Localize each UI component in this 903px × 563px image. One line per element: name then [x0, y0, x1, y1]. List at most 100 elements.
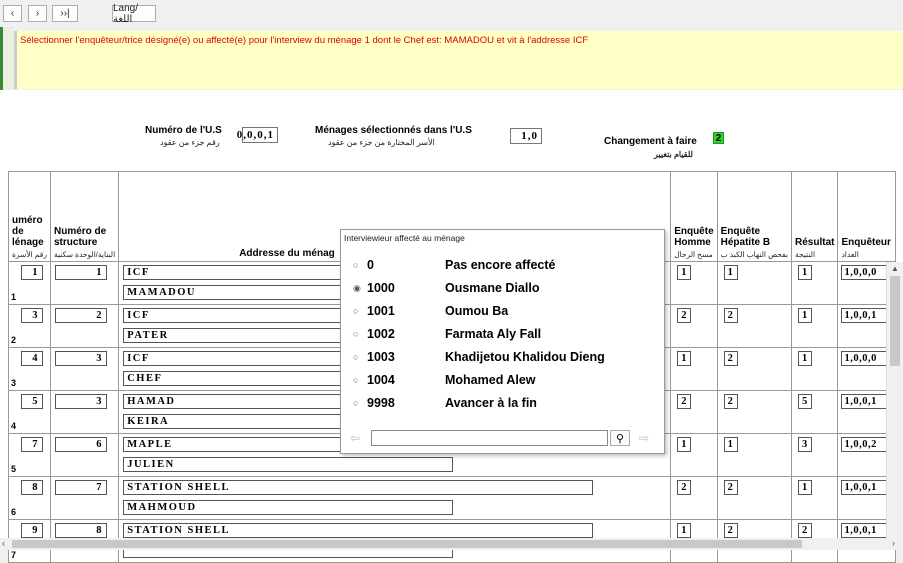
enqueteur-field[interactable]: 1,0,0,1	[841, 523, 890, 538]
enqueteur-field[interactable]: 1,0,0,2	[841, 437, 890, 452]
resultat-field[interactable]: 5	[798, 394, 813, 409]
resultat-field[interactable]: 1	[798, 265, 813, 280]
menage-number-field[interactable]: 7	[21, 437, 43, 452]
vertical-scroll-thumb[interactable]	[890, 276, 900, 366]
search-icon[interactable]: ⚲	[610, 430, 630, 446]
col-homme: Enquête Homme مسح الرجال	[670, 171, 718, 262]
us-number-field[interactable]: 0,0,0,1	[237, 127, 278, 143]
interviewer-option[interactable]: ○ 0 Pas encore affecté	[353, 255, 653, 275]
row-number: 4	[11, 421, 17, 431]
toolbar: ‹ › ››| Lang/اللغة	[0, 0, 903, 25]
interviewer-option[interactable]: ○ 1004 Mohamed Alew	[353, 370, 653, 390]
option-code: 9998	[367, 396, 395, 410]
menage-number-field[interactable]: 9	[21, 523, 43, 538]
enquete-hepatite-field[interactable]: 2	[723, 351, 738, 366]
enquete-homme-field[interactable]: 2	[677, 394, 692, 409]
option-name: Mohamed Alew	[445, 373, 536, 387]
structure-number-field[interactable]: 7	[55, 480, 107, 495]
menage-number-field[interactable]: 5	[21, 394, 43, 409]
menage-number-field[interactable]: 3	[21, 308, 43, 323]
enquete-hepatite-field[interactable]: 2	[723, 480, 738, 495]
radio-icon[interactable]: ○	[353, 329, 362, 339]
enqueteur-field[interactable]: 1,0,0,1	[841, 308, 890, 323]
enqueteur-field[interactable]: 1,0,0,0	[841, 265, 890, 280]
popup-prev-arrow-icon[interactable]: ⇦	[347, 431, 363, 445]
changement-label: Changement à faire	[604, 136, 697, 147]
changement-field[interactable]: 2	[713, 132, 724, 144]
radio-selected-icon[interactable]: ◉	[353, 283, 362, 294]
radio-icon[interactable]: ○	[353, 375, 362, 385]
resultat-field[interactable]: 1	[798, 480, 813, 495]
option-code: 1000	[367, 281, 395, 295]
row-number: 5	[11, 464, 17, 474]
enquete-hepatite-field[interactable]: 2	[723, 523, 738, 538]
enquete-hepatite-field[interactable]: 1	[723, 265, 738, 280]
address-line1-field[interactable]: STATION SHELL	[123, 480, 594, 495]
scroll-right-icon[interactable]: ›	[892, 538, 895, 548]
radio-icon[interactable]: ○	[353, 352, 362, 362]
menage-number-field[interactable]: 1	[21, 265, 43, 280]
interviewer-option[interactable]: ○ 9998 Avancer à la fin	[353, 393, 653, 413]
address-line2-field[interactable]: MAHMOUD	[123, 500, 454, 515]
popup-search-input[interactable]	[371, 430, 608, 446]
address-line2-field[interactable]: JULIEN	[123, 457, 454, 472]
us-number-label-ar: رقم جزء من عقود	[160, 138, 220, 147]
enquete-homme-field[interactable]: 1	[677, 265, 692, 280]
option-code: 1004	[367, 373, 395, 387]
enqueteur-field[interactable]: 1,0,0,1	[841, 394, 890, 409]
interviewer-option[interactable]: ○ 1003 Khadijetou Khalidou Dieng	[353, 347, 653, 367]
option-code: 0	[367, 258, 374, 272]
menages-selected-label-ar: الأسر المختارة من جزء من عقود	[328, 138, 435, 147]
language-button[interactable]: Lang/اللغة	[112, 3, 156, 25]
last-record-button[interactable]: ››|	[52, 5, 78, 22]
enquete-homme-field[interactable]: 1	[677, 437, 692, 452]
option-code: 1001	[367, 304, 395, 318]
horizontal-scrollbar[interactable]: ‹ ›	[0, 538, 903, 550]
row-number: 1	[11, 292, 17, 302]
menage-number-field[interactable]: 4	[21, 351, 43, 366]
radio-icon[interactable]: ○	[353, 306, 362, 316]
scroll-up-icon[interactable]: ▲	[891, 264, 899, 273]
enquete-hepatite-field[interactable]: 1	[723, 437, 738, 452]
enquete-hepatite-field[interactable]: 2	[723, 394, 738, 409]
horizontal-scroll-thumb[interactable]	[12, 540, 802, 548]
enqueteur-field[interactable]: 1,0,0,0	[841, 351, 890, 366]
option-name: Farmata Aly Fall	[445, 327, 542, 341]
vertical-scrollbar[interactable]: ▲	[886, 262, 903, 538]
enquete-homme-field[interactable]: 1	[677, 351, 692, 366]
row-number: 7	[11, 550, 17, 560]
structure-number-field[interactable]: 6	[55, 437, 107, 452]
option-code: 1003	[367, 350, 395, 364]
table-row: 8 6 7 STATION SHELL MAHMOUD 2 2 1 1,0,0,1	[8, 476, 897, 520]
scroll-left-icon[interactable]: ‹	[2, 538, 5, 548]
radio-icon[interactable]: ○	[353, 398, 362, 408]
structure-number-field[interactable]: 3	[55, 351, 107, 366]
address-line1-field[interactable]: STATION SHELL	[123, 523, 594, 538]
enquete-homme-field[interactable]: 2	[677, 480, 692, 495]
option-name: Avancer à la fin	[445, 396, 537, 410]
changement-label-ar: للقيام بتغيير	[654, 150, 693, 159]
option-name: Ousmane Diallo	[445, 281, 540, 295]
us-number-label: Numéro de l'U.S	[145, 125, 222, 136]
enqueteur-field[interactable]: 1,0,0,1	[841, 480, 890, 495]
structure-number-field[interactable]: 8	[55, 523, 107, 538]
structure-number-field[interactable]: 2	[55, 308, 107, 323]
resultat-field[interactable]: 1	[798, 308, 813, 323]
first-record-button[interactable]: ‹	[3, 5, 22, 22]
enquete-hepatite-field[interactable]: 2	[723, 308, 738, 323]
menage-number-field[interactable]: 8	[21, 480, 43, 495]
interviewer-option[interactable]: ◉ 1000 Ousmane Diallo	[353, 278, 653, 298]
enquete-homme-field[interactable]: 1	[677, 523, 692, 538]
interviewer-option[interactable]: ○ 1001 Oumou Ba	[353, 301, 653, 321]
structure-number-field[interactable]: 1	[55, 265, 107, 280]
resultat-field[interactable]: 1	[798, 351, 813, 366]
resultat-field[interactable]: 2	[798, 523, 813, 538]
next-record-button[interactable]: ›	[28, 5, 47, 22]
menages-selected-field[interactable]: 1,0	[510, 128, 542, 144]
popup-next-arrow-icon[interactable]: ⇨	[636, 431, 652, 445]
resultat-field[interactable]: 3	[798, 437, 813, 452]
enquete-homme-field[interactable]: 2	[677, 308, 692, 323]
interviewer-option[interactable]: ○ 1002 Farmata Aly Fall	[353, 324, 653, 344]
radio-icon[interactable]: ○	[353, 260, 362, 270]
structure-number-field[interactable]: 3	[55, 394, 107, 409]
